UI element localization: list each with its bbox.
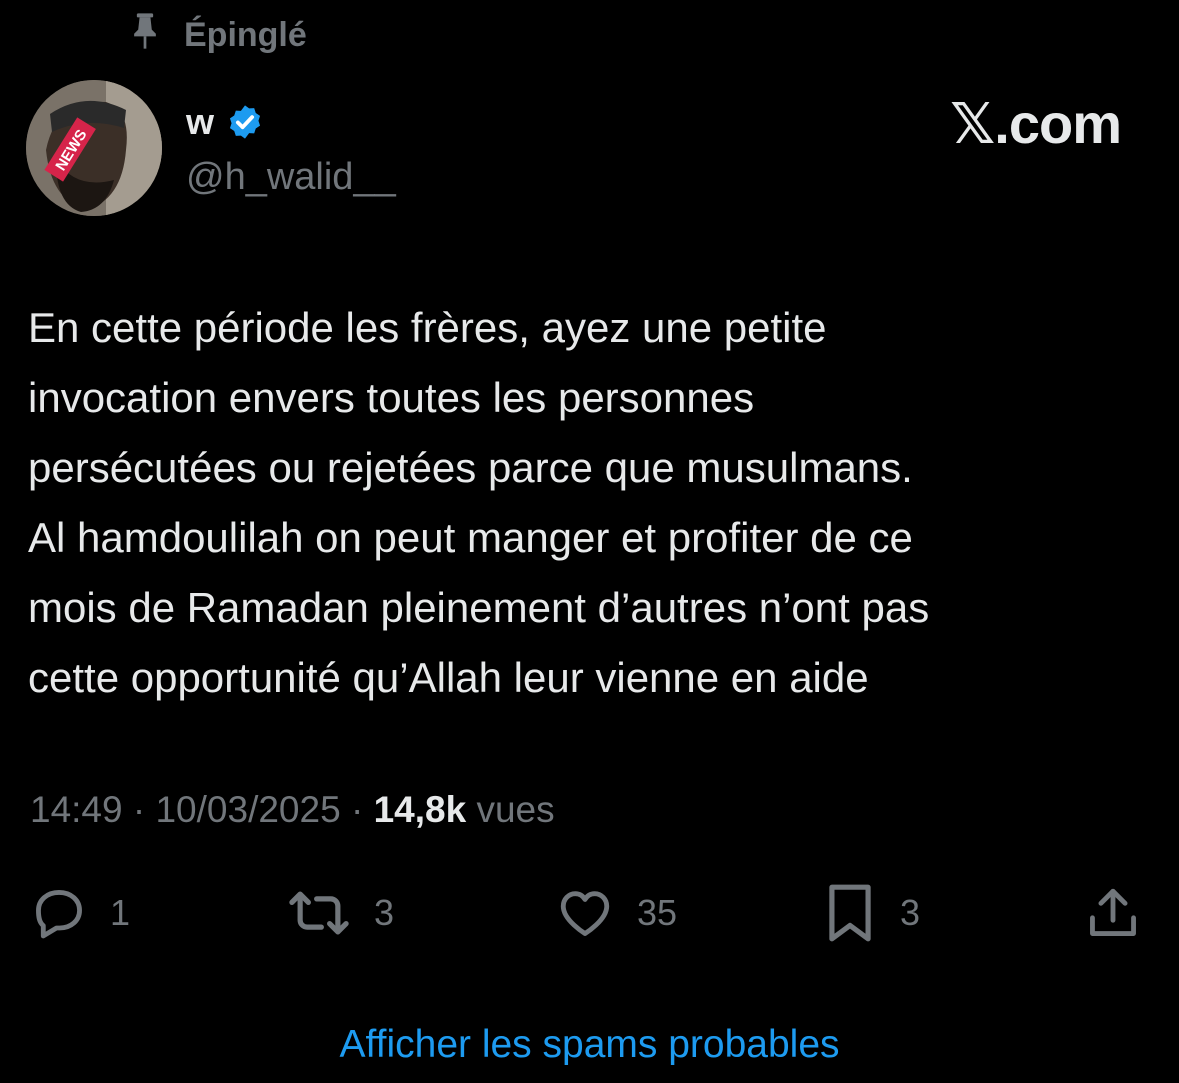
show-probable-spam-link[interactable]: Afficher les spams probables [0, 1020, 1179, 1070]
views-label: vues [476, 789, 555, 830]
tweet-date[interactable]: 10/03/2025 [155, 789, 340, 830]
bookmark-button[interactable]: 3 [822, 880, 920, 946]
avatar[interactable]: NEWS [26, 80, 162, 216]
repost-icon [286, 884, 352, 942]
pin-icon [128, 12, 162, 59]
reply-count: 1 [110, 892, 131, 933]
like-count: 35 [637, 892, 678, 933]
reply-button[interactable]: 1 [30, 880, 130, 946]
pinned-label: Épinglé [184, 15, 307, 54]
repost-button[interactable]: 3 [286, 880, 394, 946]
tweet-time[interactable]: 14:49 [30, 789, 123, 830]
views-count: 14,8k [373, 789, 467, 830]
author-display-name[interactable]: w [186, 100, 214, 144]
pinned-indicator: Épinglé [128, 12, 307, 59]
share-icon [1084, 883, 1142, 943]
action-bar: 1 3 35 3 [0, 880, 1179, 946]
meta-separator: · [132, 789, 146, 830]
author-handle[interactable]: @h_walid__ [186, 152, 396, 202]
brand-label: 𝕏.com [950, 92, 1122, 155]
tweet-meta: 14:49 · 10/03/2025 · 14,8k vues [30, 784, 555, 836]
author-name-row[interactable]: w [186, 100, 264, 144]
like-button[interactable]: 35 [555, 880, 677, 946]
bookmark-count: 3 [900, 892, 921, 933]
heart-icon [555, 884, 615, 942]
tweet-text: En cette période les frères, ayez une pe… [28, 304, 930, 701]
verified-badge-icon [226, 103, 264, 141]
bookmark-icon [822, 882, 878, 944]
share-button[interactable] [1084, 880, 1142, 946]
repost-count: 3 [374, 892, 395, 933]
meta-separator: · [350, 789, 364, 830]
reply-icon [30, 884, 88, 942]
